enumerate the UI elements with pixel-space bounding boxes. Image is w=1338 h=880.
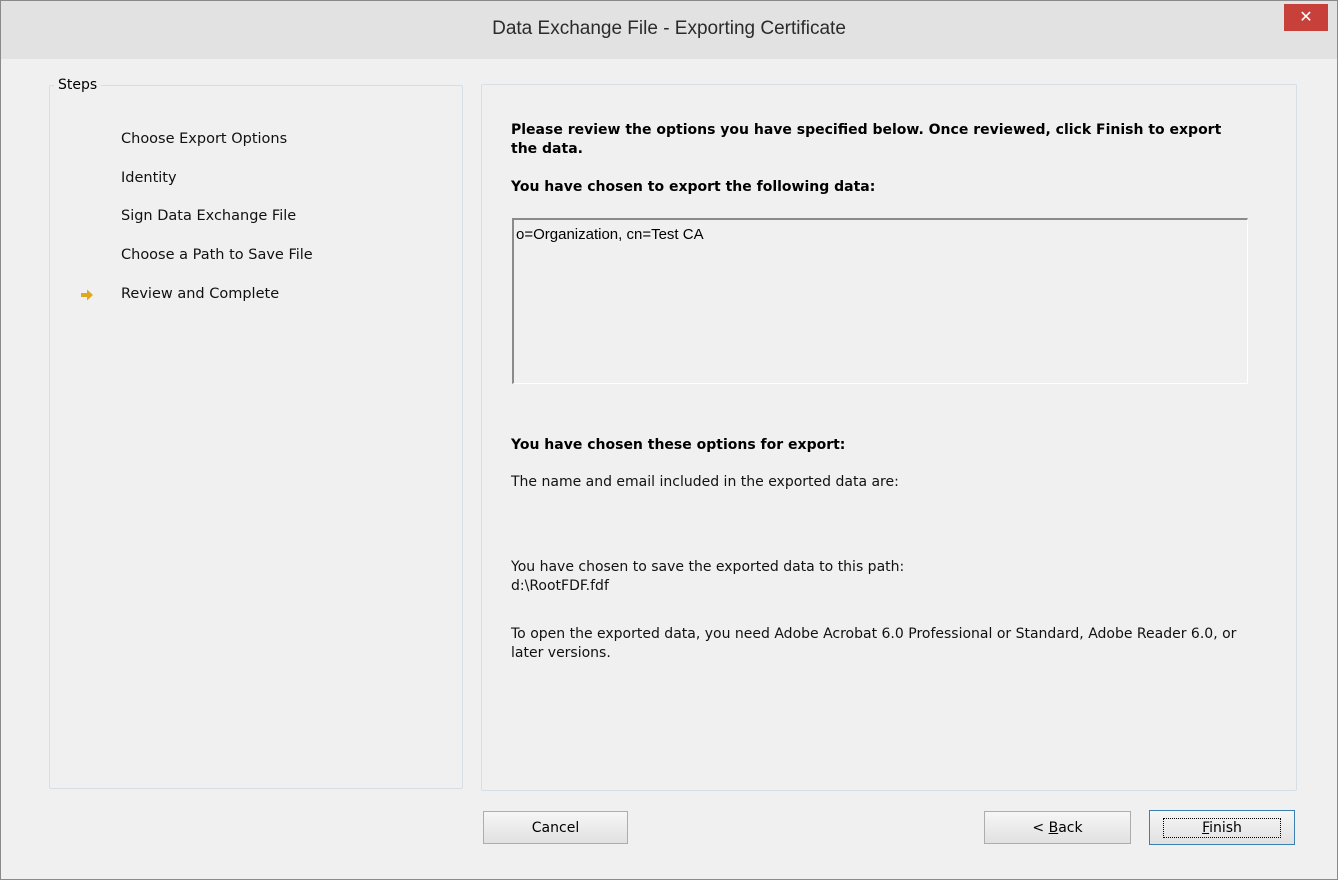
arrow-right-icon: [81, 289, 93, 301]
step-review-and-complete: Review and Complete: [121, 286, 280, 302]
close-button[interactable]: ✕: [1284, 4, 1328, 31]
back-label: < Back: [1032, 819, 1083, 836]
finish-label: Finish: [1163, 817, 1281, 838]
back-button[interactable]: < Back: [984, 811, 1131, 844]
requirements-text: To open the exported data, you need Adob…: [511, 626, 1237, 661]
export-dialog: Data Exchange File - Exporting Certifica…: [0, 0, 1338, 880]
steps-legend: Steps: [54, 77, 102, 93]
list-item[interactable]: o=Organization, cn=Test CA: [516, 226, 704, 243]
cancel-label: Cancel: [531, 819, 580, 836]
review-instructions: Please review the options you have speci…: [511, 122, 1222, 157]
step-choose-export-options: Choose Export Options: [121, 131, 288, 147]
save-path-label: You have chosen to save the exported dat…: [511, 559, 905, 575]
name-email-text: The name and email included in the expor…: [511, 474, 899, 490]
step-identity: Identity: [121, 170, 177, 186]
cancel-button[interactable]: Cancel: [483, 811, 628, 844]
step-choose-path: Choose a Path to Save File: [121, 247, 313, 263]
step-sign-data-exchange-file: Sign Data Exchange File: [121, 208, 297, 224]
save-path-value: d:\RootFDF.fdf: [511, 578, 609, 594]
review-panel: Please review the options you have speci…: [481, 84, 1297, 791]
close-icon: ✕: [1299, 7, 1313, 26]
finish-button[interactable]: Finish: [1149, 810, 1295, 845]
dialog-body: Steps Choose Export Options Identity Sig…: [8, 59, 1328, 871]
steps-panel: Steps Choose Export Options Identity Sig…: [49, 77, 463, 789]
export-data-list[interactable]: o=Organization, cn=Test CA: [512, 218, 1248, 384]
dialog-title: Data Exchange File - Exporting Certifica…: [492, 18, 846, 39]
export-data-heading: You have chosen to export the following …: [511, 179, 876, 195]
title-bar[interactable]: Data Exchange File - Exporting Certifica…: [1, 1, 1337, 59]
export-options-heading: You have chosen these options for export…: [511, 437, 846, 453]
